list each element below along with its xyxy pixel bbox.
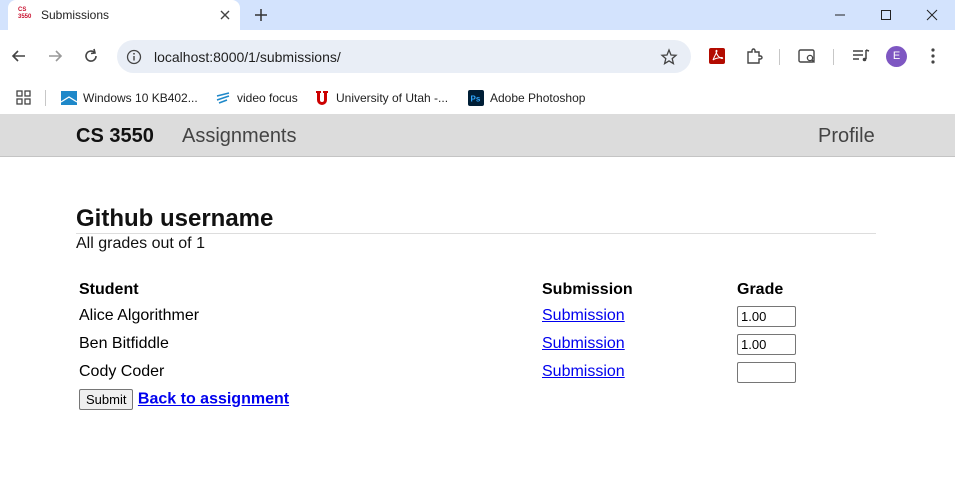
grade-input[interactable]	[737, 333, 796, 355]
bookmark-item[interactable]: video focus	[215, 87, 310, 109]
address-bar[interactable]: localhost:8000/1/submissions/	[117, 40, 691, 73]
submission-column-header: Submission	[542, 281, 633, 298]
windows-icon	[60, 90, 78, 106]
window-close-icon[interactable]	[909, 0, 955, 30]
browser-tab[interactable]: CS 3550 Submissions	[8, 0, 240, 30]
svg-text:Ps: Ps	[471, 95, 481, 104]
table-row: Cody Coder Submission	[79, 360, 817, 384]
browser-toolbar: localhost:8000/1/submissions/ E	[0, 30, 955, 82]
forward-arrow-icon[interactable]	[44, 45, 66, 67]
submission-link[interactable]: Submission	[542, 363, 625, 380]
student-column-header: Student	[79, 281, 139, 298]
bookmark-item[interactable]: Windows 10 KB402...	[60, 87, 206, 109]
minimize-icon[interactable]	[817, 0, 863, 30]
submission-link[interactable]: Submission	[542, 307, 625, 324]
bookmark-label: Windows 10 KB402...	[83, 91, 198, 105]
url-text[interactable]: localhost:8000/1/submissions/	[154, 49, 341, 65]
student-name: Cody Coder	[79, 363, 165, 380]
page-subtitle: All grades out of 1	[76, 235, 205, 252]
toolbar-divider	[833, 49, 834, 65]
reload-icon[interactable]	[80, 45, 102, 67]
bookmark-star-icon[interactable]	[660, 48, 678, 66]
bookmark-label: University of Utah -...	[336, 91, 449, 105]
utah-u-icon	[314, 90, 330, 106]
nav-assignments-link[interactable]: Assignments	[182, 125, 297, 148]
table-row: Alice Algorithmer Submission	[79, 304, 817, 328]
back-arrow-icon[interactable]	[8, 45, 30, 67]
video-focus-icon	[215, 90, 231, 106]
table-header-row: Student Submission Grade	[79, 280, 817, 300]
maximize-icon[interactable]	[863, 0, 909, 30]
more-menu-icon[interactable]	[922, 45, 944, 67]
student-name: Alice Algorithmer	[79, 307, 200, 324]
brand-link[interactable]: CS 3550	[76, 125, 154, 148]
grade-input[interactable]	[737, 305, 796, 327]
site-navbar: CS 3550 Assignments Profile	[0, 114, 955, 157]
form-actions: Submit Back to assignment	[79, 389, 289, 410]
toolbar-divider	[779, 49, 780, 65]
submit-button[interactable]: Submit	[79, 389, 134, 410]
bookmark-label: video focus	[237, 91, 298, 105]
main-content: Github username All grades out of 1	[76, 203, 876, 253]
media-playlist-icon[interactable]	[850, 45, 872, 67]
bookmarks-bar: Windows 10 KB402... video focus Universi…	[0, 82, 955, 114]
extensions-puzzle-icon[interactable]	[743, 45, 765, 67]
tab-strip: CS 3550 Submissions	[0, 0, 955, 30]
bookmark-item[interactable]: University of Utah -...	[314, 87, 459, 109]
tab-title: Submissions	[41, 8, 110, 22]
profile-avatar[interactable]: E	[886, 46, 907, 67]
apps-grid-icon[interactable]	[15, 87, 35, 109]
submission-link[interactable]: Submission	[542, 335, 625, 352]
tab-search-icon[interactable]	[796, 45, 818, 67]
nav-profile-link[interactable]: Profile	[818, 125, 875, 148]
pdf-extension-icon[interactable]	[706, 45, 728, 67]
page-title: Github username	[76, 203, 876, 234]
close-icon[interactable]	[216, 6, 234, 24]
student-name: Ben Bitfiddle	[79, 335, 169, 352]
new-tab-icon[interactable]	[250, 4, 272, 26]
photoshop-icon: Ps	[468, 90, 484, 106]
table-row: Ben Bitfiddle Submission	[79, 332, 817, 356]
site-favicon: CS 3550	[18, 7, 32, 20]
bookmarks-divider	[45, 90, 46, 106]
site-info-icon[interactable]	[126, 49, 142, 65]
submissions-table: Student Submission Grade Alice Algorithm…	[76, 276, 820, 388]
back-to-assignment-link[interactable]: Back to assignment	[138, 391, 289, 408]
bookmark-item[interactable]: Ps Adobe Photoshop	[468, 87, 598, 109]
bookmark-label: Adobe Photoshop	[490, 91, 586, 105]
grade-column-header: Grade	[737, 281, 784, 298]
grade-input[interactable]	[737, 361, 796, 383]
